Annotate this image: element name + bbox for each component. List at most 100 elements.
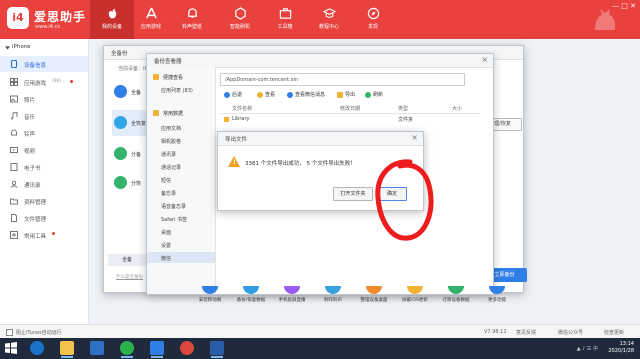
sidebar-item-ringtones[interactable]: 铃声 — [0, 125, 88, 141]
close-icon[interactable]: × — [481, 55, 488, 64]
tool-migrate-data[interactable]: 迁移设备数据 — [436, 286, 476, 303]
photo-icon — [10, 95, 18, 103]
nav-ringtones[interactable]: 铃声壁纸 — [170, 0, 214, 39]
sidebar-item-video[interactable]: 视频 — [0, 142, 88, 158]
viewer-item-camera-roll[interactable]: 相机胶卷 — [147, 135, 215, 146]
tool-backup-restore[interactable]: 备份/恢复数据 — [231, 286, 271, 303]
viewer-item-settings[interactable]: 设置 — [147, 239, 215, 250]
nav-toolbox[interactable]: 工具箱 — [263, 0, 307, 39]
device-info-icon — [11, 60, 17, 68]
store-icon[interactable] — [90, 341, 104, 355]
sidebar: iPhone 设备信息 应用游戏 (98) 照片 音乐 铃声 视频 电子书 通讯… — [0, 39, 89, 324]
tool-install-mobile[interactable]: 安装移动端 — [190, 286, 230, 303]
nav-apps-games[interactable]: 应用游戏 — [129, 0, 173, 39]
partial-restore-icon — [114, 176, 127, 189]
warning-icon-mark: ! — [233, 159, 236, 166]
nav-my-device[interactable]: 我的设备 — [90, 0, 134, 39]
tool-organize-desktop[interactable]: 整理设备桌面 — [354, 286, 394, 303]
video-icon — [10, 147, 18, 153]
file-table-header: 文件名称 修改日期 类型 大小 — [220, 104, 480, 114]
window-controls[interactable]: — □ ✕ — [612, 2, 636, 10]
sidebar-item-device-info[interactable]: 设备信息 — [0, 56, 88, 72]
media-icon[interactable] — [180, 341, 194, 355]
status-bar: 阻止iTunes自动运行 V7.98.12 意见反馈 微信公众号 检查更新 — [0, 324, 640, 339]
taskbar-clock[interactable]: 13:14 2020/1/28 — [608, 341, 634, 355]
chevron-down-icon — [5, 46, 10, 50]
contacts-icon — [10, 180, 18, 188]
nav-flash[interactable]: 智能刷机 — [218, 0, 262, 39]
itunes-checkbox[interactable] — [6, 329, 13, 336]
col-type[interactable]: 类型 — [398, 105, 408, 112]
sidebar-item-photos[interactable]: 照片 — [0, 91, 88, 107]
wechat-icon[interactable] — [120, 341, 134, 358]
viewer-item-safari-bookmarks[interactable]: Safari 书签 — [147, 213, 215, 224]
export-icon — [337, 91, 343, 98]
windows-taskbar: ▲ ♪ ☰ 中 13:14 2020/1/28 — [0, 338, 640, 359]
system-tray[interactable]: ▲ ♪ ☰ 中 — [577, 345, 598, 352]
app-title: 爱思助手 — [34, 10, 87, 24]
viewer-item-call-log[interactable]: 通话记录 — [147, 161, 215, 172]
dialog-title: 全备份 — [111, 51, 128, 57]
tool-screen-mirror[interactable]: 手机投屏直播 — [272, 286, 312, 303]
windows-start-icon[interactable] — [4, 341, 18, 355]
side-button[interactable]: 全备 — [108, 254, 146, 266]
graduation-icon — [322, 8, 336, 18]
block-update-icon — [407, 286, 423, 294]
sidebar-item-common-tools[interactable]: 常用工具 — [0, 227, 88, 243]
current-device-label: 当前设备：iP — [118, 66, 148, 72]
view-button[interactable]: 查看 — [257, 91, 275, 98]
close-icon[interactable]: × — [411, 133, 418, 142]
section-common-data: 常用数据 — [147, 107, 215, 119]
view-wechat-messages-button[interactable]: 查看微信消息 — [287, 91, 325, 98]
word-icon[interactable] — [210, 341, 224, 358]
viewer-item-app-docs[interactable]: 应用文档 — [147, 122, 215, 133]
viewer-item-app-list[interactable]: 应用列表 (83) — [147, 84, 215, 95]
viewer-item-notes[interactable]: 备忘录 — [147, 187, 215, 198]
bell-icon — [187, 8, 197, 18]
viewer-item-contacts[interactable]: 通讯录 — [147, 148, 215, 159]
export-button[interactable]: 导出 — [337, 91, 355, 98]
col-modified[interactable]: 修改日期 — [340, 105, 360, 112]
device-selector[interactable]: iPhone — [0, 42, 88, 53]
tool-more[interactable]: 更多功能 — [477, 286, 517, 303]
viewer-item-voice-memos[interactable]: 语音备忘录 — [147, 200, 215, 211]
feedback-link[interactable]: 意见反馈 — [516, 329, 536, 336]
i4-icon[interactable] — [150, 341, 164, 358]
notification-dot — [52, 232, 55, 235]
dialog-titlebar: 备份查看器 × — [147, 54, 493, 68]
refresh-button[interactable]: 刷新 — [365, 91, 383, 98]
folder-icon[interactable] — [60, 341, 74, 358]
col-size[interactable]: 大小 — [452, 105, 462, 112]
ie-icon[interactable] — [30, 341, 44, 355]
sidebar-item-music[interactable]: 音乐 — [0, 108, 88, 124]
app-url: www.i4.cn — [35, 24, 61, 30]
check-update-link[interactable]: 检查更新 — [604, 329, 624, 336]
open-folder-button[interactable]: 打开文件夹 — [333, 187, 373, 201]
sidebar-item-contacts[interactable]: 通讯录 — [0, 176, 88, 192]
apps-icon — [10, 78, 18, 86]
back-button[interactable]: 后退 — [224, 91, 242, 98]
tool-make-ringtone[interactable]: 制作铃声 — [313, 286, 353, 303]
viewer-item-desktop[interactable]: 桌面 — [147, 226, 215, 237]
sidebar-item-apps[interactable]: 应用游戏 (98) — [0, 74, 88, 90]
sidebar-item-ebooks[interactable]: 电子书 — [0, 159, 88, 175]
nav-discover[interactable]: 发现 — [351, 0, 395, 39]
wechat-link[interactable]: 微信公众号 — [558, 329, 583, 336]
viewer-item-wechat[interactable]: 微信 — [147, 252, 215, 263]
sidebar-item-data-manage[interactable]: 资料管理 — [0, 193, 88, 209]
backup-icon — [114, 85, 127, 98]
col-filename[interactable]: 文件名称 — [232, 105, 252, 112]
apps-count-badge: (98) — [52, 79, 62, 84]
viewer-item-sms[interactable]: 短信 — [147, 174, 215, 185]
install-icon — [202, 286, 218, 294]
migrate-icon — [448, 286, 464, 294]
dialog-titlebar: 导出文件 × — [218, 132, 423, 146]
tool-block-ios-update[interactable]: 屏蔽iOS更新 — [395, 286, 435, 303]
sidebar-item-file-manage[interactable]: 文件管理 — [0, 210, 88, 226]
table-row[interactable]: Library 文件夹 — [220, 115, 480, 124]
path-input[interactable]: /AppDomain-com.tencent.xin — [220, 73, 465, 86]
refresh-icon — [365, 91, 371, 98]
cube-icon — [234, 7, 246, 20]
what-is-backup-link[interactable]: 什么是全备份 — [116, 274, 143, 280]
nav-tutorials[interactable]: 教程中心 — [307, 0, 351, 39]
